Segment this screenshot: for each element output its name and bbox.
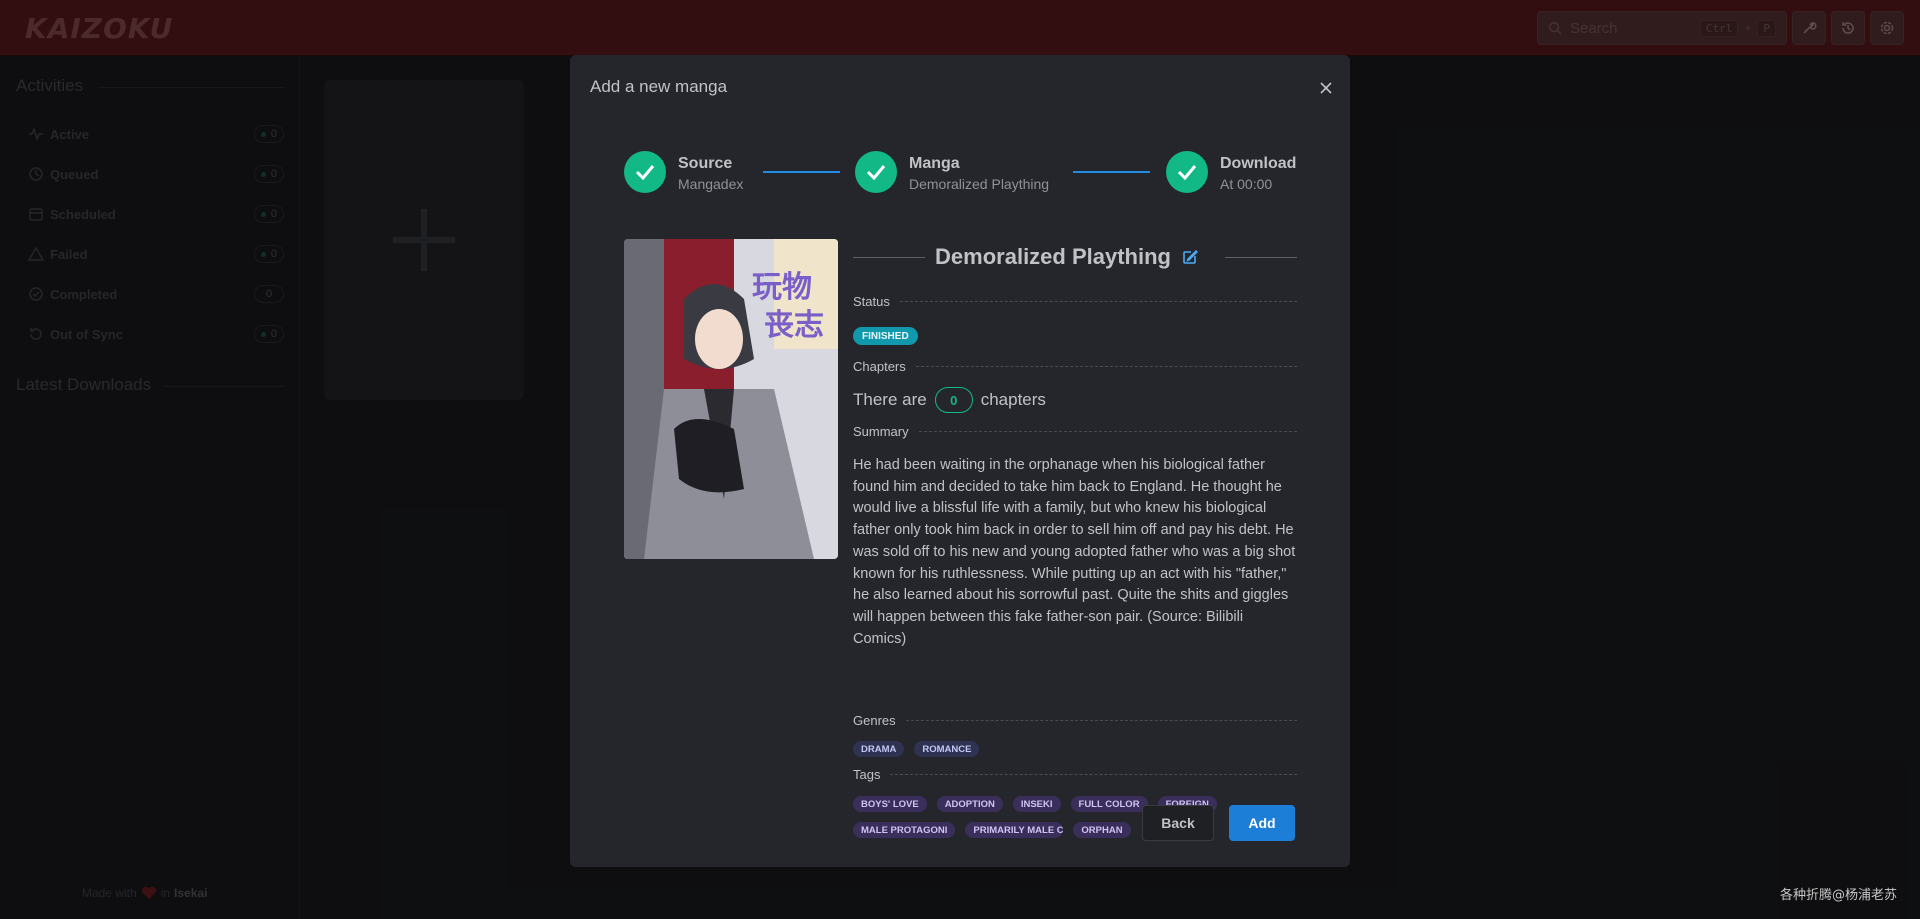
tag-badge: ORPHAN xyxy=(1073,822,1131,838)
tags-list: MALE PROTAGONI PRIMARILY MALE C ORPHAN xyxy=(853,822,1131,838)
cover-title-line1: 玩物 xyxy=(752,270,812,305)
chapters-info: There are 0 chapters xyxy=(853,387,1046,413)
status-badge: FINISHED xyxy=(853,327,918,345)
genre-badge: ROMANCE xyxy=(914,741,980,757)
step-download[interactable]: Download At 00:00 xyxy=(1166,151,1296,193)
chapters-count-badge: 0 xyxy=(934,387,973,413)
step-connector xyxy=(763,171,840,173)
tag-badge: MALE PROTAGONI xyxy=(853,822,956,838)
cover-title-line2: 丧志 xyxy=(764,308,824,343)
step-source[interactable]: Source Mangadex xyxy=(624,151,743,193)
step-description: Mangadex xyxy=(678,176,744,192)
back-button[interactable]: Back xyxy=(1142,805,1214,841)
tag-badge: BOYS' LOVE xyxy=(853,796,927,812)
tag-badge: PRIMARILY MALE C xyxy=(965,822,1064,838)
manga-cover-image: 玩物 丧志 xyxy=(624,239,838,559)
check-icon xyxy=(635,165,655,180)
step-connector xyxy=(1073,171,1150,173)
add-button[interactable]: Add xyxy=(1229,805,1295,841)
genre-badge: DRAMA xyxy=(853,741,905,757)
status-label: Status xyxy=(853,294,890,309)
tags-section-header: Tags xyxy=(853,767,1297,782)
summary-text: He had been waiting in the orphanage whe… xyxy=(853,457,1296,647)
status-section-header: Status xyxy=(853,294,1297,309)
step-label: Manga xyxy=(909,155,960,172)
cover-illustration: 玩物 丧志 xyxy=(624,239,838,559)
chapters-section-header: Chapters xyxy=(853,359,1297,374)
summary-label: Summary xyxy=(853,424,909,439)
tag-badge: ADOPTION xyxy=(936,796,1003,812)
divider xyxy=(1224,256,1298,258)
chapters-prefix: There are xyxy=(853,390,927,409)
tag-badge: FULL COLOR xyxy=(1070,796,1148,812)
step-complete-indicator xyxy=(624,151,666,193)
step-description: At 00:00 xyxy=(1220,176,1273,192)
summary-section-header: Summary xyxy=(853,424,1297,439)
watermark: 各种折腾@杨浦老苏 xyxy=(1780,888,1898,903)
genres-list: DRAMA ROMANCE xyxy=(853,741,980,757)
check-icon xyxy=(1177,165,1197,180)
step-manga[interactable]: Manga Demoralized Plaything xyxy=(855,151,1049,193)
add-manga-modal: Add a new manga Source Mangadex Manga De… xyxy=(570,55,1350,867)
manga-title: Demoralized Plaything xyxy=(935,244,1171,269)
check-icon xyxy=(866,165,886,180)
chapters-suffix: chapters xyxy=(980,390,1046,409)
modal-title: Add a new manga xyxy=(590,77,728,96)
close-button[interactable] xyxy=(1316,78,1336,98)
step-complete-indicator xyxy=(1166,151,1208,193)
step-complete-indicator xyxy=(855,151,897,193)
step-label: Download xyxy=(1220,155,1297,172)
manga-title-row: Demoralized Plaything xyxy=(853,239,1298,275)
close-icon xyxy=(1320,82,1332,94)
divider xyxy=(853,256,926,258)
genres-section-header: Genres xyxy=(853,713,1297,728)
chapters-label: Chapters xyxy=(853,359,906,374)
step-description: Demoralized Plaything xyxy=(909,176,1050,192)
edit-icon[interactable] xyxy=(1181,248,1199,266)
tag-badge: INSEKI xyxy=(1012,796,1061,812)
genres-label: Genres xyxy=(853,713,896,728)
step-label: Source xyxy=(678,155,733,172)
tags-label: Tags xyxy=(853,767,881,782)
